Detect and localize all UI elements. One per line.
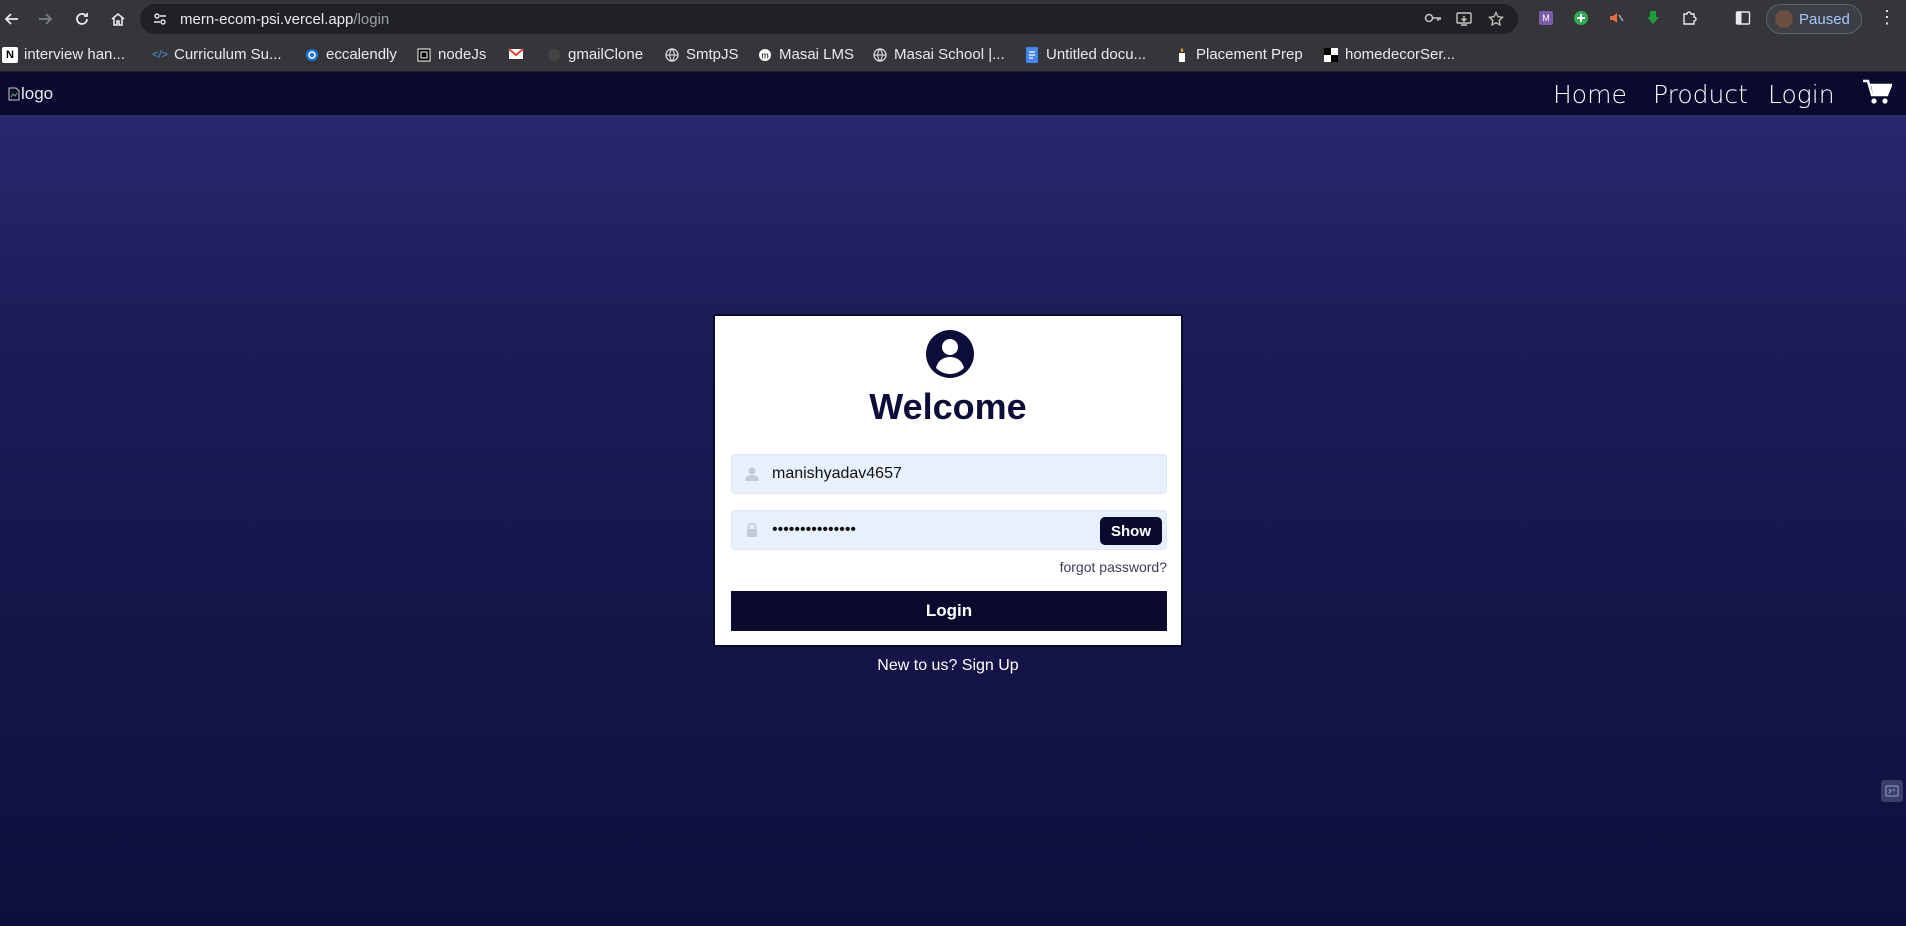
globe-icon <box>664 47 680 63</box>
bookmark-item[interactable]: m Masai LMS <box>757 46 854 63</box>
password-key-icon[interactable] <box>1424 11 1442 29</box>
extension-plus-icon[interactable] <box>1571 8 1591 28</box>
signup-link[interactable]: New to us? Sign Up <box>713 657 1183 675</box>
bookmark-item[interactable]: N interview han... <box>2 46 125 63</box>
bookmark-label: Masai School |... <box>894 46 1005 63</box>
svg-text:m: m <box>761 50 769 60</box>
username-field <box>731 454 1167 494</box>
floating-widget-icon[interactable] <box>1881 780 1903 802</box>
forward-icon[interactable] <box>33 7 57 31</box>
masai-icon: m <box>757 47 773 63</box>
bookmark-star-icon[interactable] <box>1488 10 1504 31</box>
extensions-puzzle-icon[interactable] <box>1679 8 1699 28</box>
forgot-password-link[interactable]: forgot password? <box>1060 559 1167 575</box>
user-avatar-icon <box>925 329 975 384</box>
bookmark-item[interactable]: Untitled docu... <box>1024 46 1146 63</box>
bookmark-item[interactable]: SmtpJS <box>664 46 739 63</box>
side-panel-icon[interactable] <box>1733 8 1753 28</box>
site-info-icon[interactable] <box>152 11 168 32</box>
bookmark-item[interactable]: Masai School |... <box>872 46 1005 63</box>
bookmark-label: Untitled docu... <box>1046 46 1147 63</box>
bookmark-item[interactable] <box>508 46 524 62</box>
logo[interactable]: logo <box>8 84 53 104</box>
nav-home-link[interactable]: Home <box>1553 80 1627 109</box>
bookmark-label: Curriculum Su... <box>174 46 282 63</box>
home-icon[interactable] <box>106 7 130 31</box>
cart-icon[interactable] <box>1862 78 1893 111</box>
bookmarks-bar: N interview han... </> Curriculum Su... … <box>0 38 1906 72</box>
bookmark-item[interactable]: homedecorSer... <box>1323 46 1455 63</box>
url-text: mern-ecom-psi.vercel.app/login <box>180 11 390 28</box>
bookmark-label: Masai LMS <box>779 46 855 63</box>
square-icon <box>416 47 432 63</box>
bookmark-item[interactable]: nodeJs <box>416 46 486 63</box>
password-field: Show <box>731 510 1167 550</box>
login-card: Welcome Show forgot password? Login <box>713 314 1183 647</box>
address-bar[interactable]: mern-ecom-psi.vercel.app/login <box>140 4 1518 34</box>
welcome-title: Welcome <box>869 386 1027 427</box>
extension-m-icon[interactable]: M <box>1536 8 1556 28</box>
globe-icon <box>872 47 888 63</box>
bookmark-label: homedecorSer... <box>1345 46 1456 63</box>
profile-status-label: Paused <box>1799 10 1850 28</box>
bookmark-label: nodeJs <box>438 46 487 63</box>
calendly-icon <box>304 47 320 63</box>
nav-product-link[interactable]: Product <box>1653 80 1748 109</box>
github-icon <box>546 47 562 63</box>
bookmark-item[interactable]: </> Curriculum Su... <box>152 46 282 63</box>
notion-icon: N <box>2 46 18 63</box>
bookmark-item[interactable]: eccalendly <box>304 46 397 63</box>
nav-login-link[interactable]: Login <box>1768 80 1835 109</box>
bookmark-label: gmailClone <box>568 46 644 63</box>
bookmark-label: eccalendly <box>326 46 397 63</box>
bookmark-item[interactable]: Placement Prep <box>1174 46 1303 63</box>
candle-icon <box>1174 47 1190 63</box>
avatar <box>1775 10 1793 28</box>
install-app-icon[interactable] <box>1456 11 1472 31</box>
lock-icon <box>744 522 760 543</box>
extension-speaker-icon[interactable] <box>1606 8 1626 28</box>
back-icon[interactable] <box>0 7 24 31</box>
browser-toolbar: mern-ecom-psi.vercel.app/login M Paused … <box>0 0 1906 38</box>
page-body: logo Home Product Login Welcome Show for… <box>0 72 1906 926</box>
docs-icon <box>1024 46 1040 63</box>
username-input[interactable] <box>772 455 1112 493</box>
chrome-menu-icon[interactable]: ⋮ <box>1878 7 1896 28</box>
bookmark-item[interactable]: gmailClone <box>546 46 643 63</box>
extension-download-icon[interactable] <box>1643 8 1663 28</box>
user-icon <box>744 466 760 487</box>
code-icon: </> <box>152 48 168 61</box>
bookmark-label: SmtpJS <box>686 46 739 63</box>
checker-icon <box>1323 47 1339 63</box>
show-password-button[interactable]: Show <box>1100 517 1162 545</box>
profile-chip[interactable]: Paused <box>1766 4 1862 34</box>
site-navbar: logo Home Product Login <box>0 72 1906 115</box>
password-input[interactable] <box>772 511 1112 549</box>
gmail-icon <box>508 46 524 62</box>
logo-alt-text: logo <box>21 84 54 103</box>
bookmark-label: Placement Prep <box>1196 46 1303 63</box>
login-button[interactable]: Login <box>731 591 1167 631</box>
reload-icon[interactable] <box>70 7 94 31</box>
broken-image-icon <box>8 87 20 101</box>
bookmark-label: interview han... <box>24 46 125 63</box>
